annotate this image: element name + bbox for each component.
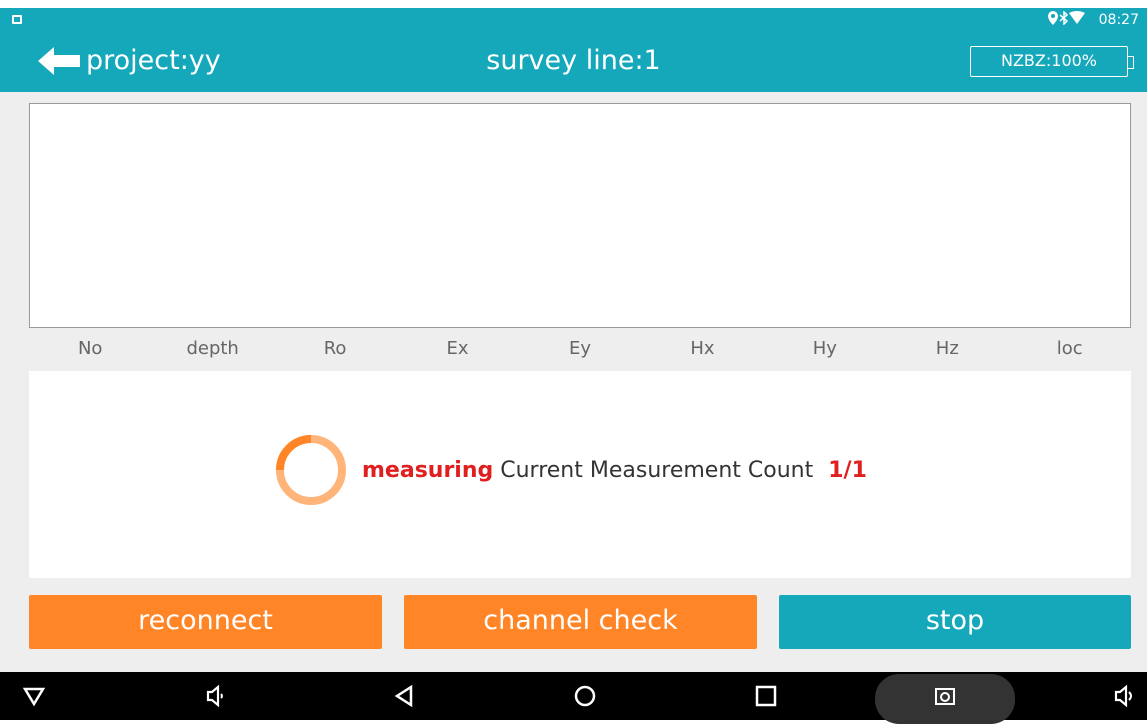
home-icon[interactable] [573, 684, 597, 708]
bluetooth-icon [1059, 10, 1069, 26]
project-title: project:yy [86, 45, 221, 76]
main-content: No depth Ro Ex Ey Hx Hy Hz loc measuring… [0, 92, 1147, 672]
column-header: Hy [812, 338, 837, 359]
column-header: depth [186, 338, 239, 359]
location-icon [1048, 11, 1058, 25]
device-battery-indicator: NZBZ:100% [970, 46, 1134, 77]
clock: 08:27 [1098, 12, 1139, 28]
data-plot-area [29, 103, 1131, 328]
reconnect-button[interactable]: reconnect [29, 595, 382, 649]
app-bar: project:yy survey line:1 NZBZ:100% [0, 34, 1147, 92]
survey-line-title: survey line:1 [486, 45, 661, 76]
measurement-status: measuring Current Measurement Count 1/1 [362, 458, 867, 483]
measurement-panel: measuring Current Measurement Count 1/1 [29, 371, 1131, 578]
measuring-state: measuring [362, 458, 494, 483]
channel-check-button[interactable]: channel check [404, 595, 757, 649]
back-icon[interactable] [392, 684, 416, 708]
measurement-count: 1/1 [828, 458, 867, 483]
loading-spinner-icon [276, 435, 346, 505]
measurement-label: Current Measurement Count [500, 458, 814, 483]
back-arrow-icon[interactable] [36, 44, 82, 78]
status-icons [1047, 10, 1085, 27]
notification-image-icon [12, 15, 22, 24]
column-header: Ey [568, 338, 591, 359]
column-header: Hx [690, 338, 715, 359]
column-header: loc [1056, 338, 1083, 359]
volume-down-icon[interactable] [203, 684, 227, 708]
volume-up-icon[interactable] [1112, 684, 1136, 708]
column-header: Ex [446, 338, 469, 359]
screenshot-icon[interactable] [933, 684, 957, 708]
wifi-icon [1069, 11, 1085, 24]
column-header: Ro [323, 338, 347, 359]
table-header: No depth Ro Ex Ey Hx Hy Hz loc [29, 338, 1131, 362]
column-header: Hz [935, 338, 959, 359]
status-bar: 08:27 [0, 8, 1147, 34]
hide-nav-icon[interactable] [22, 684, 46, 708]
recents-icon[interactable] [754, 684, 778, 708]
stop-button[interactable]: stop [779, 595, 1131, 649]
navigation-bar [0, 672, 1147, 724]
column-header: No [77, 338, 103, 359]
